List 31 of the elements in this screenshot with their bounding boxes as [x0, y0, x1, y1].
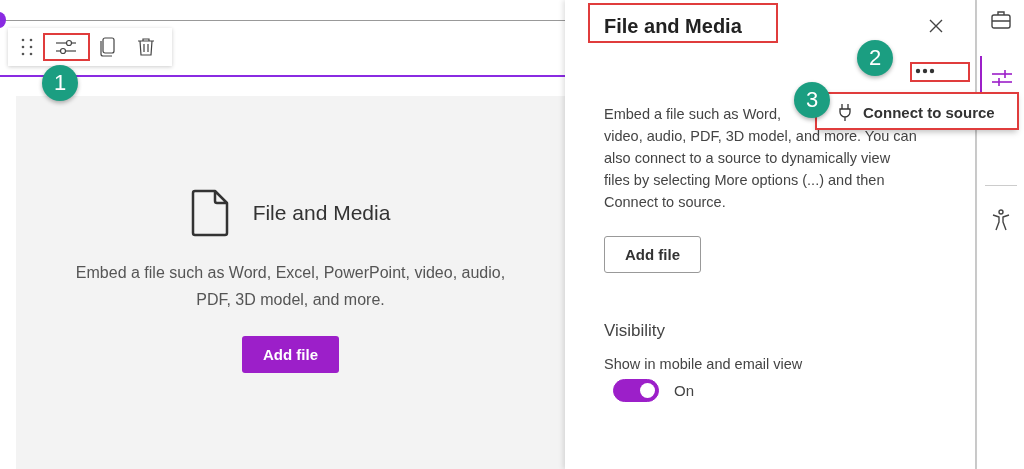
toggle-switch[interactable]: [613, 379, 659, 402]
description-line: video, audio, PDF, 3D model, and more. You can: [604, 127, 917, 146]
drag-handle-icon[interactable]: [21, 38, 33, 56]
step-badge: 3: [794, 82, 830, 118]
highlight-box: [43, 33, 90, 61]
settings-icon[interactable]: [990, 69, 1013, 87]
accessibility-icon[interactable]: [990, 209, 1011, 231]
toggle-state: On: [674, 382, 694, 399]
step-badge: 2: [857, 40, 893, 76]
plug-icon: [839, 103, 851, 121]
description-line: also connect to a source to dynamically view: [604, 149, 891, 168]
document-icon: [190, 189, 229, 237]
highlight-box: [910, 62, 970, 82]
panel-title: File and Media: [604, 14, 742, 38]
placeholder-description: Embed a file such as Word, Excel, PowerPoint, video, audio, PDF, 3D model, and more.: [74, 263, 507, 310]
close-icon[interactable]: [929, 19, 943, 33]
add-file-button[interactable]: Add file: [604, 236, 701, 273]
description-line: Embed a file such as Word,: [604, 105, 782, 124]
description-line: files by selecting More options (...) and then: [604, 171, 885, 190]
copy-icon[interactable]: [99, 37, 115, 57]
description-line: Connect to source.: [604, 193, 726, 212]
add-file-button[interactable]: Add file: [242, 336, 339, 373]
more-options-icon[interactable]: [915, 68, 935, 74]
briefcase-icon[interactable]: [990, 11, 1011, 29]
step-badge: 1: [42, 65, 78, 101]
delete-icon[interactable]: [137, 37, 155, 57]
section-heading: Visibility: [604, 321, 666, 341]
placeholder-title: File and Media: [252, 201, 391, 225]
toggle-label: Show in mobile and email view: [604, 356, 803, 372]
settings-icon[interactable]: [55, 38, 77, 56]
menu-item[interactable]: Connect to source: [835, 94, 995, 130]
